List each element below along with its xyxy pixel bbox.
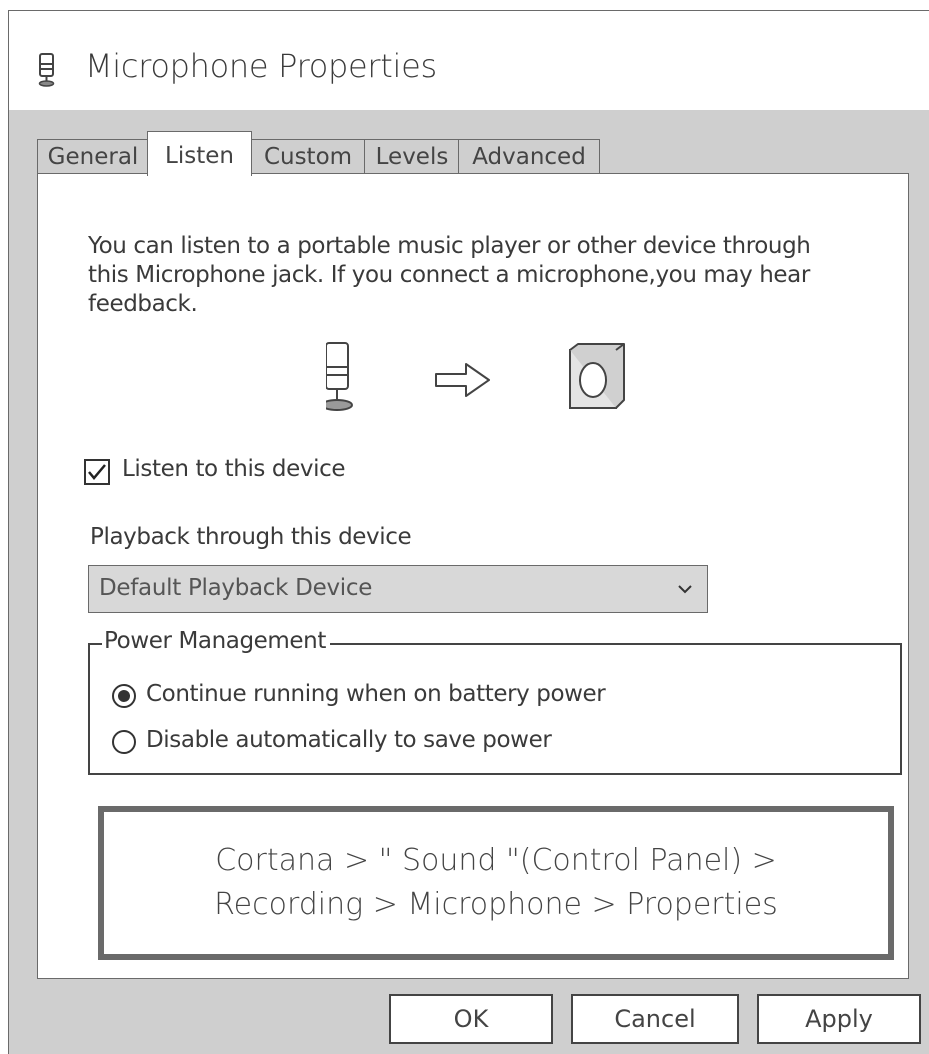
properties-window: Microphone Properties General Listen Cus… (8, 10, 929, 1054)
tab-levels[interactable]: Levels (364, 139, 460, 173)
playback-device-label: Playback through this device (90, 524, 412, 550)
ok-button[interactable]: OK (389, 994, 553, 1044)
cancel-button[interactable]: Cancel (571, 994, 739, 1044)
continue-running-label: Continue running when on battery power (146, 681, 606, 707)
tab-custom[interactable]: Custom (250, 139, 366, 173)
disable-automatically-label: Disable automatically to save power (146, 727, 552, 753)
power-management-group: Power Management Continue running when o… (88, 628, 902, 775)
tab-advanced[interactable]: Advanced (458, 139, 600, 173)
checkmark-icon (88, 464, 106, 480)
callout-line: Recording > Microphone > Properties (214, 887, 778, 922)
callout-line: Cortana > " Sound "(Control Panel) > (215, 843, 777, 878)
arrow-right-icon (435, 363, 490, 397)
navigation-path-callout: Cortana > " Sound "(Control Panel) > Rec… (98, 806, 894, 960)
continue-running-radio[interactable] (112, 684, 136, 708)
listen-illustration (326, 342, 625, 411)
description-line: feedback. (88, 291, 198, 317)
listen-tab-panel: You can listen to a portable music playe… (37, 173, 909, 979)
title-bar: Microphone Properties (9, 11, 929, 110)
tab-listen[interactable]: Listen (147, 131, 252, 176)
playback-device-select[interactable]: Default Playback Device (88, 565, 708, 613)
chevron-down-icon (678, 585, 692, 594)
listen-to-device-checkbox[interactable] (84, 459, 110, 485)
window-title: Microphone Properties (85, 47, 437, 85)
playback-device-value: Default Playback Device (99, 575, 373, 601)
tab-general[interactable]: General (37, 139, 149, 173)
listen-to-device-label: Listen to this device (122, 456, 346, 482)
microphone-icon (38, 53, 55, 87)
description-line: this Microphone jack. If you connect a m… (88, 262, 810, 288)
disable-automatically-radio[interactable] (112, 730, 136, 754)
apply-button[interactable]: Apply (757, 994, 921, 1044)
power-management-legend: Power Management (102, 628, 330, 654)
microphone-icon (326, 342, 353, 411)
speaker-icon (569, 343, 625, 409)
description-line: You can listen to a portable music playe… (88, 233, 811, 259)
listen-description: You can listen to a portable music playe… (88, 232, 888, 319)
